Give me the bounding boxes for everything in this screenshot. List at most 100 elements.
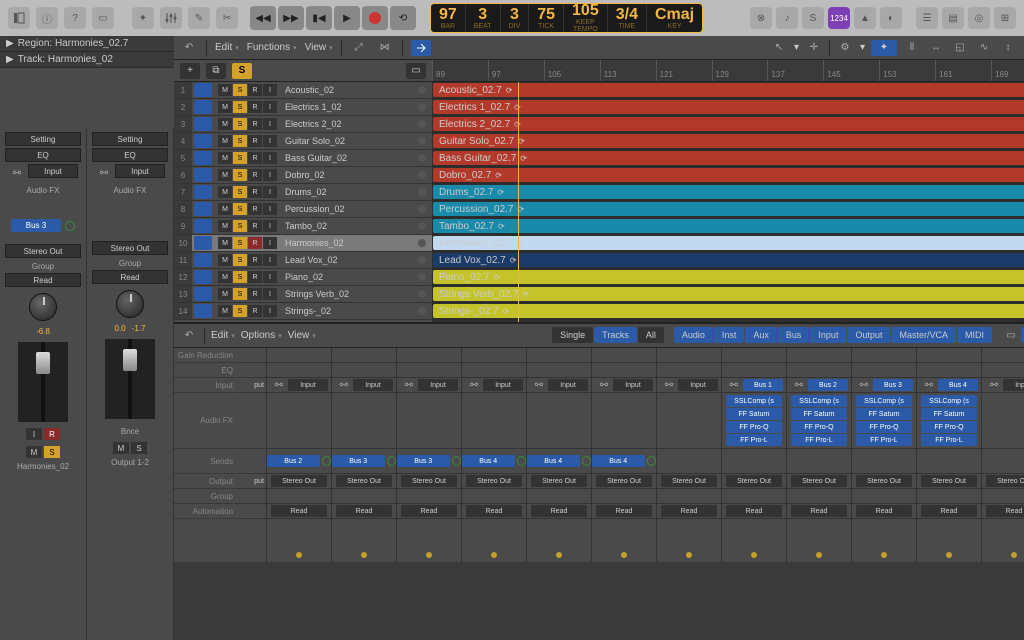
mixer-options-menu[interactable]: Options▾ bbox=[241, 330, 282, 341]
record-button[interactable]: R bbox=[248, 152, 262, 164]
track-icon[interactable] bbox=[194, 270, 212, 284]
solo-button[interactable]: S bbox=[233, 271, 247, 283]
send-bus[interactable]: Bus 4 bbox=[592, 455, 645, 467]
tab-master/vca[interactable]: Master/VCA bbox=[891, 327, 956, 343]
solo-button[interactable]: S bbox=[233, 220, 247, 232]
fx-slot[interactable]: SSLComp (s bbox=[791, 395, 847, 407]
input-button[interactable]: I bbox=[263, 271, 277, 283]
audiofx-slot[interactable] bbox=[527, 393, 591, 449]
freeze-icon[interactable] bbox=[418, 222, 426, 230]
rewind-button[interactable]: ◀◀ bbox=[250, 6, 276, 30]
playhead[interactable] bbox=[518, 82, 519, 322]
output-slot[interactable]: Stereo Out bbox=[531, 475, 587, 487]
output-slot[interactable]: Stereo Out bbox=[856, 475, 912, 487]
cycle-button[interactable]: ⟲ bbox=[390, 6, 416, 30]
input-button[interactable]: I bbox=[263, 84, 277, 96]
link-icon[interactable]: ⚯ bbox=[920, 376, 938, 394]
input-button[interactable]: I bbox=[263, 169, 277, 181]
marquee-tool-icon[interactable]: ✛ bbox=[805, 39, 823, 57]
send-level-icon[interactable] bbox=[452, 456, 462, 466]
output-slot[interactable]: Stereo Out bbox=[401, 475, 457, 487]
group-slot[interactable] bbox=[267, 489, 331, 504]
automation-slot[interactable]: Read bbox=[332, 504, 396, 519]
group-slot[interactable] bbox=[787, 489, 851, 504]
input-button[interactable]: I bbox=[263, 305, 277, 317]
send-knob-icon[interactable] bbox=[65, 221, 75, 231]
sends-slot[interactable] bbox=[852, 449, 916, 474]
track-icon[interactable] bbox=[194, 100, 212, 114]
input-button[interactable]: I bbox=[263, 135, 277, 147]
input-button[interactable]: I bbox=[263, 237, 277, 249]
send-bus[interactable]: Bus 4 bbox=[527, 455, 580, 467]
input-slot[interactable]: Input bbox=[353, 379, 393, 391]
fx-slot[interactable]: SSLComp (s bbox=[726, 395, 782, 407]
input-button[interactable]: I bbox=[263, 186, 277, 198]
record-button[interactable]: R bbox=[248, 220, 262, 232]
solo-button[interactable]: S bbox=[233, 101, 247, 113]
audiofx-slot[interactable]: SSLComp (sFF SaturnFF Pro-QFF Pro-L bbox=[787, 393, 851, 449]
back-icon[interactable]: ↶ bbox=[180, 327, 198, 345]
link-icon[interactable]: ⚯ bbox=[400, 376, 418, 394]
sends-slot[interactable] bbox=[787, 449, 851, 474]
send-level-icon[interactable] bbox=[322, 456, 332, 466]
track-icon[interactable] bbox=[194, 304, 212, 318]
input-slot[interactable]: Input bbox=[418, 379, 458, 391]
output-slot[interactable]: Stereo Out bbox=[661, 475, 717, 487]
edit-menu[interactable]: Edit▾ bbox=[215, 42, 239, 53]
inspector-icon[interactable]: ⓘ bbox=[36, 7, 58, 29]
track-icon[interactable] bbox=[194, 185, 212, 199]
send-bus[interactable]: Bus 2 bbox=[267, 455, 320, 467]
link-icon[interactable]: ⚯ bbox=[790, 376, 808, 394]
settings-icon[interactable]: ⚙ bbox=[836, 39, 854, 57]
input-button[interactable]: I bbox=[263, 118, 277, 130]
solo-button[interactable]: S bbox=[233, 169, 247, 181]
automation-slot[interactable]: Read bbox=[267, 504, 331, 519]
input-button[interactable]: I bbox=[263, 101, 277, 113]
track-icon[interactable] bbox=[194, 253, 212, 267]
audiofx-slot[interactable]: SSLComp (sFF SaturnFF Pro-QFF Pro-L bbox=[917, 393, 981, 449]
region[interactable]: Guitar Solo_02.7⟳ bbox=[433, 134, 1024, 148]
track-inspector-header[interactable]: ▶Track: Harmonies_02 bbox=[0, 52, 174, 68]
sends-slot[interactable]: Bus 4 bbox=[527, 449, 591, 474]
automation-slot[interactable]: Read bbox=[722, 504, 786, 519]
automation-slot[interactable]: Read bbox=[462, 504, 526, 519]
automation-slot[interactable]: Read bbox=[787, 504, 851, 519]
loops-icon[interactable]: ◎ bbox=[968, 7, 990, 29]
freeze-icon[interactable] bbox=[418, 205, 426, 213]
fx-slot[interactable]: FF Pro-L bbox=[791, 434, 847, 446]
track-icon[interactable] bbox=[194, 219, 212, 233]
output-slot[interactable]: Stereo Out bbox=[596, 475, 652, 487]
solo-button[interactable]: S bbox=[233, 186, 247, 198]
link-icon[interactable]: ⚯ bbox=[985, 376, 1003, 394]
input-slot[interactable]: Bus 4 bbox=[938, 379, 978, 391]
solo-button[interactable]: S bbox=[233, 237, 247, 249]
region[interactable]: Electrics 1_02.7⟳ bbox=[433, 100, 1024, 114]
solo-button[interactable]: S bbox=[233, 254, 247, 266]
track-header[interactable]: 5 M S R I Bass Guitar_02 bbox=[174, 150, 432, 167]
region[interactable]: Strings-_02.7⟳ bbox=[433, 304, 1024, 318]
region[interactable]: Dobro_02.7⟳ bbox=[433, 168, 1024, 182]
input-slot[interactable]: Input bbox=[483, 379, 523, 391]
audiofx-slot[interactable] bbox=[462, 393, 526, 449]
tab-output[interactable]: Output bbox=[847, 327, 890, 343]
fx-slot[interactable]: FF Saturn bbox=[791, 408, 847, 420]
region[interactable]: Bass Guitar_02.7⟳ bbox=[433, 151, 1024, 165]
fx-slot[interactable]: FF Pro-Q bbox=[856, 421, 912, 433]
mixer-icon[interactable] bbox=[160, 7, 182, 29]
send-level-icon[interactable] bbox=[517, 456, 527, 466]
count-in-button[interactable]: 1234 bbox=[828, 7, 850, 29]
mute-button[interactable]: M bbox=[218, 169, 232, 181]
scissors-icon[interactable]: ✂ bbox=[216, 7, 238, 29]
region[interactable]: Piano_02.7⟳ bbox=[433, 270, 1024, 284]
tab-midi[interactable]: MIDI bbox=[957, 327, 992, 343]
tab-bus[interactable]: Bus bbox=[778, 327, 810, 343]
group-slot[interactable] bbox=[852, 489, 916, 504]
mixer-view-menu[interactable]: View▾ bbox=[288, 330, 316, 341]
group-slot[interactable] bbox=[917, 489, 981, 504]
v-zoom-icon[interactable]: ↕ bbox=[999, 39, 1017, 57]
freeze-icon[interactable] bbox=[418, 188, 426, 196]
link-icon[interactable]: ⚯ bbox=[335, 376, 353, 394]
align-icon[interactable]: ⫴ bbox=[903, 39, 921, 57]
sends-slot[interactable]: Bus 4 bbox=[462, 449, 526, 474]
mute-button[interactable]: M bbox=[218, 254, 232, 266]
